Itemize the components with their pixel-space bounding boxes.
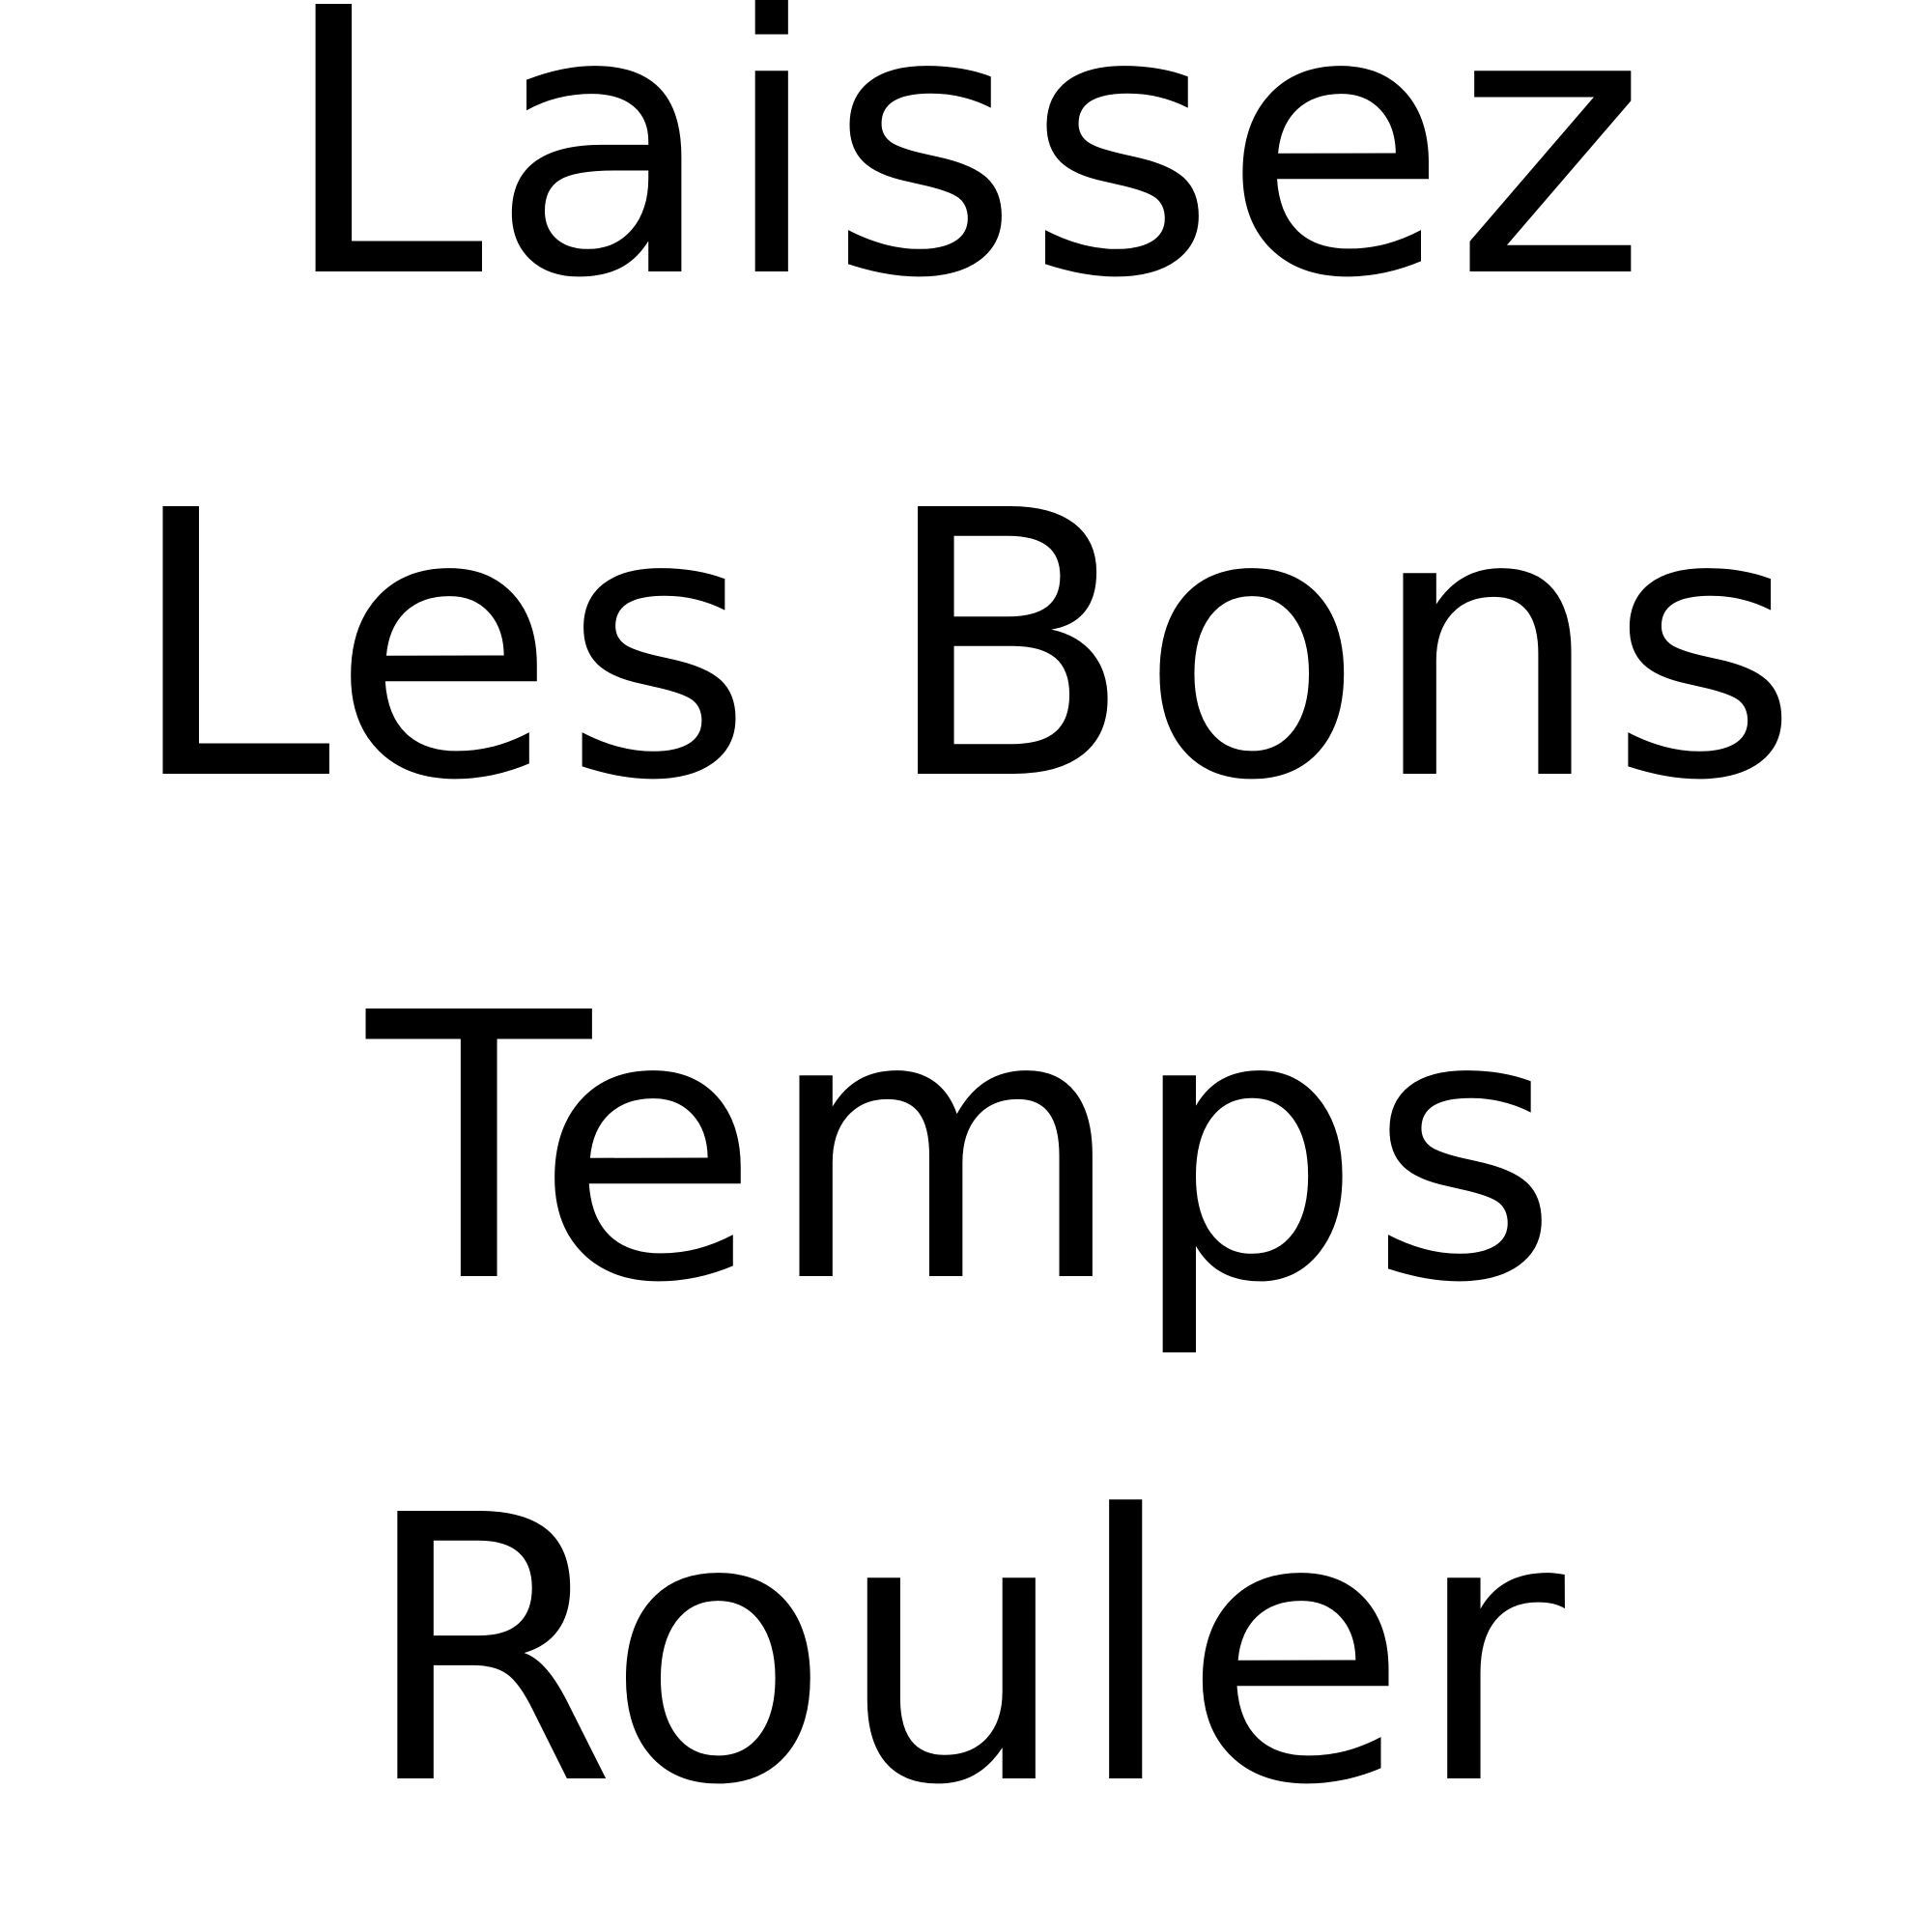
text-canvas: Laissez Les Bons Temps Rouler bbox=[0, 0, 1932, 1932]
text-line-4: Rouler bbox=[361, 1437, 1571, 1865]
text-line-3: Temps bbox=[366, 935, 1566, 1363]
text-line-1: Laissez bbox=[279, 0, 1653, 358]
text-line-2: Les Bons bbox=[127, 433, 1805, 861]
